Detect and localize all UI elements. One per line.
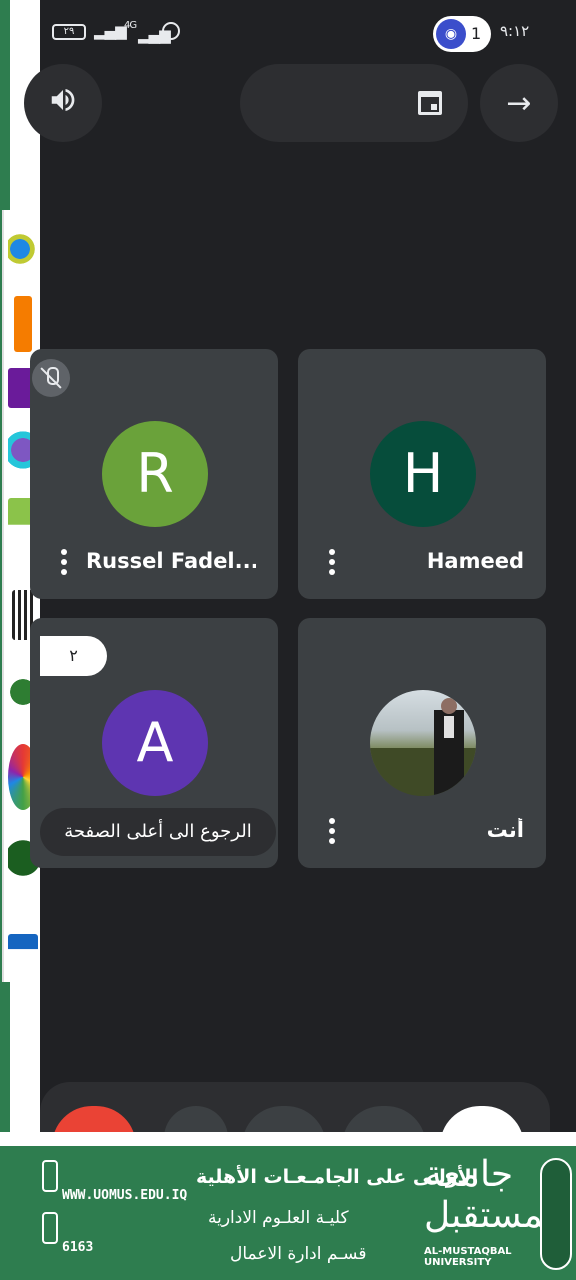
the-logo (14, 296, 32, 352)
self-photo-avatar (370, 690, 476, 796)
alarm-icon (162, 22, 180, 40)
contact-icons (42, 1160, 58, 1270)
footer-line-3: قسـم ادارة الاعمال (230, 1244, 367, 1264)
web-icon (42, 1160, 58, 1192)
battery-icon: ٢٩ (52, 24, 86, 40)
ruf-logo (8, 222, 38, 276)
university-seal (540, 1158, 572, 1270)
more-vert-icon[interactable] (54, 549, 74, 577)
speaker-button[interactable] (24, 64, 102, 142)
participant-tile[interactable]: R Russel Fadel... (30, 349, 278, 599)
footer-banner: WWW.UOMUS.EDU.IQ 6163 الأولـى على الجامـ… (0, 1146, 576, 1280)
participants-pill[interactable]: ◉ 1 (433, 16, 491, 52)
next-button[interactable]: → (480, 64, 558, 142)
back-to-top-button[interactable]: الرجوع الى أعلى الصفحة (40, 808, 276, 856)
network-type: 4G (124, 20, 137, 31)
footer-line-2: كليـة العلـوم الادارية (208, 1208, 349, 1228)
phone-icon (42, 1212, 58, 1244)
arrow-right-icon: → (506, 85, 532, 121)
more-vert-icon[interactable] (322, 818, 342, 846)
ranking-web-logo (8, 934, 38, 964)
calendar-pill[interactable] (240, 64, 468, 142)
mic-off-icon (32, 359, 70, 397)
wifi-icon: ◉ (436, 19, 466, 49)
footer-phone: 6163 (62, 1240, 94, 1255)
avatar: A (102, 690, 208, 796)
avatar: R (102, 421, 208, 527)
calendar-icon (418, 91, 442, 115)
status-bar: ٢٩ ▂▄▆ 4G ▂▄▆ ◉ 1 ٩:١٢ (40, 0, 576, 64)
meet-screen: ٢٩ ▂▄▆ 4G ▂▄▆ ◉ 1 ٩:١٢ → R Russel Fadel.… (0, 0, 576, 1280)
participant-name: Hameed (426, 549, 524, 573)
footer-url: WWW.UOMUS.EDU.IQ (62, 1188, 188, 1203)
participant-tile[interactable]: H Hameed (298, 349, 546, 599)
clock: ٩:١٢ (500, 22, 530, 40)
avatar: H (370, 421, 476, 527)
signal-icon: ▂▄▆ (94, 22, 127, 40)
more-vert-icon[interactable] (322, 549, 342, 577)
participant-count: 1 (471, 24, 482, 43)
participant-name: Russel Fadel... (86, 549, 256, 573)
page-number-pill[interactable]: ٢ (40, 636, 107, 676)
participant-name: أنت (486, 818, 524, 842)
volume-up-icon (48, 85, 78, 122)
participant-tile-self[interactable]: أنت (298, 618, 546, 868)
